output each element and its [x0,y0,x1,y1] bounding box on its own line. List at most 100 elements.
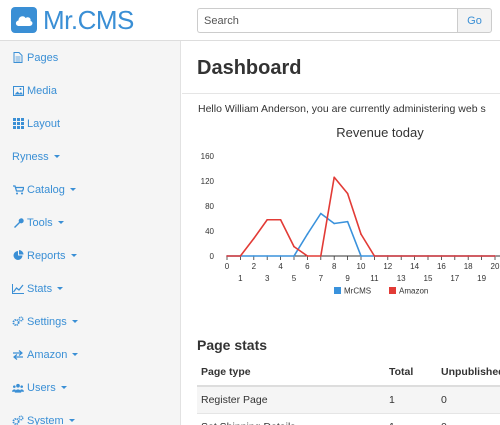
series-line-amazon [227,176,495,257]
data-point [279,218,282,221]
data-point [360,233,362,235]
sidebar-item-stats[interactable]: Stats [0,272,180,305]
column-header: Page type [197,358,385,387]
column-header: Total [385,358,437,387]
welcome-message: Hello William Anderson, you are currentl… [198,103,486,115]
divider [182,93,500,94]
x-tick-label: 2 [252,262,257,271]
data-point [293,245,295,248]
exchange-icon [12,349,24,361]
sidebar-item-layout[interactable]: Layout [0,107,180,140]
sidebar-item-label: Catalog [27,183,65,196]
sidebar-item-system[interactable]: System [0,404,180,425]
data-point [440,255,443,257]
sidebar-item-catalog[interactable]: Catalog [0,173,180,206]
data-point [239,255,242,257]
sidebar-item-media[interactable]: Media [0,74,180,107]
sidebar-item-ryness[interactable]: Ryness [0,140,180,173]
x-tick-label: 13 [397,274,406,283]
search-input[interactable] [197,8,457,33]
table-cell: Set Shipping Details [197,413,385,425]
data-point [226,255,228,257]
data-point [266,218,268,221]
table-row: Set Shipping Details10 [197,413,500,425]
page-stats-title: Page stats [197,337,268,353]
table-header-row: Page type Total Unpublished [197,358,500,387]
x-tick-label: 16 [437,262,446,271]
x-tick-label: 3 [265,274,270,283]
legend-label: MrCMS [344,287,371,296]
line-chart-icon [12,283,24,295]
data-point [427,255,429,257]
column-header: Unpublished [437,358,500,387]
x-tick-label: 20 [491,262,500,271]
top-navbar: Mr.CMS Go [0,0,500,41]
grid-icon [12,118,24,130]
data-point [253,237,255,240]
sidebar-item-reports[interactable]: Reports [0,239,180,272]
x-tick-label: 1 [238,274,243,283]
x-tick-label: 14 [410,262,419,271]
x-tick-label: 8 [332,262,337,271]
search-go-button[interactable]: Go [457,8,492,33]
data-point [387,255,389,257]
sidebar-item-settings[interactable]: Settings [0,305,180,338]
data-point [306,233,309,235]
sidebar-item-label: Users [27,381,56,394]
x-tick-label: 11 [370,274,379,283]
x-tick-label: 7 [319,274,324,283]
chart-title: Revenue today [336,125,424,140]
table-cell: Register Page [197,386,385,414]
data-point [494,255,496,257]
caret-down-icon [70,254,77,257]
table-cell: 1 [385,386,437,414]
app-name: Mr.CMS [43,5,134,35]
sidebar-item-label: Ryness [12,150,49,163]
cogs-icon [12,316,24,328]
caret-down-icon [68,419,75,422]
data-point [279,255,282,257]
x-tick-label: 9 [345,274,350,283]
table-row: Register Page 1 0 [197,386,500,414]
table-cell: 1 [385,413,437,425]
sidebar-item-users[interactable]: Users [0,371,180,404]
x-tick-label: 6 [305,262,310,271]
file-icon [12,52,24,64]
x-tick-label: 10 [357,262,366,271]
sidebar-item-label: System [27,414,64,425]
revenue-chart: Revenue today040801201600123456789101112… [201,125,500,296]
caret-down-icon [57,287,64,290]
legend-swatch [334,287,341,294]
sidebar-item-label: Settings [27,315,67,328]
sidebar-item-tools[interactable]: Tools [0,206,180,239]
sidebar-item-label: Reports [27,249,66,262]
page-title: Dashboard [197,57,302,79]
x-tick-label: 17 [450,274,459,283]
sidebar-menu: Pages Media Layout Ryness Catalog Tools Report… [0,41,180,425]
cloud-icon [11,7,37,33]
users-icon [12,382,24,394]
legend-label: Amazon [399,287,428,296]
data-point [413,255,416,257]
image-icon [12,85,24,97]
pie-chart-icon [12,250,24,262]
data-point [360,255,362,257]
x-tick-label: 12 [383,262,392,271]
data-point [400,255,402,257]
sidebar-item-pages[interactable]: Pages [0,41,180,74]
sidebar-item-amazon[interactable]: Amazon [0,338,180,371]
data-point [253,255,255,257]
caret-down-icon [71,320,78,323]
main-content: Dashboard Hello William Anderson, you ar… [182,41,500,425]
data-point [293,255,295,257]
data-point [480,255,483,257]
x-tick-label: 18 [464,262,473,271]
x-tick-label: 4 [278,262,283,271]
logo[interactable]: Mr.CMS [11,6,134,34]
data-point [333,222,335,225]
data-point [373,255,376,257]
page-stats-table: Page type Total Unpublished Register Pag… [197,358,500,425]
sidebar-item-label: Stats [27,282,53,295]
y-tick-label: 120 [201,177,215,186]
caret-down-icon [57,221,64,224]
